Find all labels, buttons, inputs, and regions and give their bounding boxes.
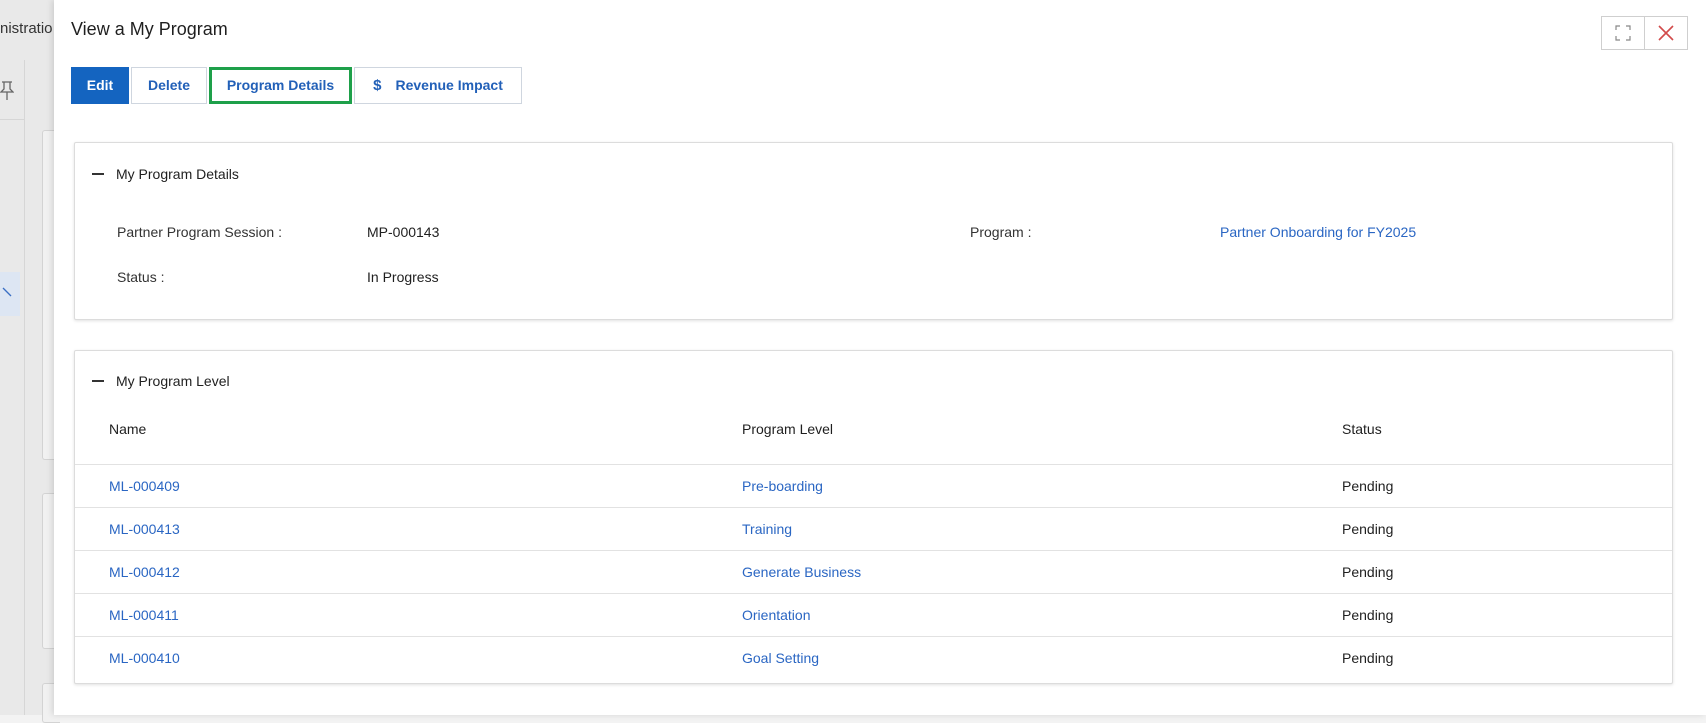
row-level-link[interactable]: Orientation <box>742 607 810 623</box>
row-name-link[interactable]: ML-000409 <box>109 478 180 494</box>
column-header-status[interactable]: Status <box>1342 421 1382 437</box>
background-app: nistratio <box>0 0 60 723</box>
status-value: In Progress <box>367 269 439 285</box>
pin-icon[interactable] <box>0 80 15 102</box>
delete-button[interactable]: Delete <box>131 66 207 104</box>
program-link[interactable]: Partner Onboarding for FY2025 <box>1220 224 1416 240</box>
background-divider <box>24 60 25 715</box>
revenue-impact-label: Revenue Impact <box>395 77 503 93</box>
collapse-icon[interactable] <box>92 173 104 175</box>
row-level-link[interactable]: Goal Setting <box>742 650 819 666</box>
view-program-modal: View a My Program Edit Delete Program De… <box>54 0 1706 715</box>
column-header-name[interactable]: Name <box>109 421 146 437</box>
action-toolbar: Edit Delete Program Details $ Revenue Im… <box>71 66 524 104</box>
edit-button[interactable]: Edit <box>71 66 129 104</box>
background-active-item[interactable] <box>0 272 20 316</box>
close-button[interactable] <box>1644 16 1688 50</box>
section-title: My Program Details <box>116 166 239 182</box>
row-level-link[interactable]: Pre-boarding <box>742 478 823 494</box>
program-details-button[interactable]: Program Details <box>209 66 352 104</box>
dollar-icon: $ <box>373 76 382 94</box>
background-separator <box>0 119 24 120</box>
modal-title: View a My Program <box>71 19 228 39</box>
table-row: ML-000411 Orientation Pending <box>75 593 1672 636</box>
row-name-link[interactable]: ML-000412 <box>109 564 180 580</box>
row-name-link[interactable]: ML-000413 <box>109 521 180 537</box>
row-level-link[interactable]: Generate Business <box>742 564 861 580</box>
maximize-icon <box>1615 25 1631 41</box>
background-admin-label: nistratio <box>0 20 53 37</box>
table-row: ML-000410 Goal Setting Pending <box>75 636 1672 679</box>
window-controls <box>1601 16 1688 50</box>
program-details-header[interactable]: My Program Details <box>92 166 239 182</box>
partner-program-session-value: MP-000143 <box>367 224 440 240</box>
close-icon <box>1657 24 1675 42</box>
row-name-link[interactable]: ML-000410 <box>109 650 180 666</box>
maximize-button[interactable] <box>1601 16 1645 50</box>
row-status: Pending <box>1342 607 1394 623</box>
program-level-card: My Program Level Name Program Level Stat… <box>74 350 1673 684</box>
partner-program-session-label: Partner Program Session : <box>117 224 282 240</box>
program-label: Program : <box>970 224 1032 240</box>
row-status: Pending <box>1342 564 1394 580</box>
status-label: Status : <box>117 269 165 285</box>
program-level-header[interactable]: My Program Level <box>92 373 230 389</box>
column-header-program-level[interactable]: Program Level <box>742 421 833 437</box>
row-status: Pending <box>1342 478 1394 494</box>
table-row: ML-000413 Training Pending <box>75 507 1672 550</box>
table-row: ML-000412 Generate Business Pending <box>75 550 1672 593</box>
row-status: Pending <box>1342 650 1394 666</box>
section-title: My Program Level <box>116 373 230 389</box>
row-level-link[interactable]: Training <box>742 521 792 537</box>
table-row: ML-000409 Pre-boarding Pending <box>75 464 1672 507</box>
row-status: Pending <box>1342 521 1394 537</box>
revenue-impact-button[interactable]: $ Revenue Impact <box>354 66 522 104</box>
row-name-link[interactable]: ML-000411 <box>109 607 179 623</box>
program-details-card: My Program Details Partner Program Sessi… <box>74 142 1673 320</box>
collapse-icon[interactable] <box>92 380 104 382</box>
